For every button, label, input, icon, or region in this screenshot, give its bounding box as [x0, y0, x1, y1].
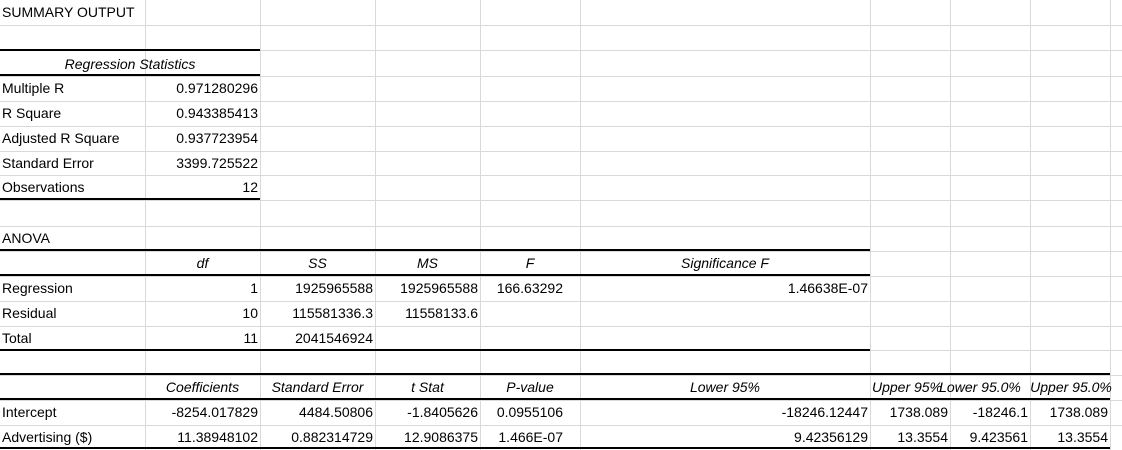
stat-value-multiple-r[interactable]: 0.971280296	[145, 76, 260, 101]
anova-header-ss[interactable]: SS	[260, 251, 375, 276]
anova-row-regression-ms[interactable]: 1925965588	[375, 276, 480, 301]
stat-label-observations[interactable]: Observations	[0, 175, 145, 200]
coef-header-p-value[interactable]: P-value	[480, 375, 580, 400]
anova-row-total-label[interactable]: Total	[0, 326, 145, 351]
anova-row-regression-significance-f[interactable]: 1.46638E-07	[580, 276, 870, 301]
coef-row-intercept-p-value[interactable]: 0.0955106	[480, 400, 565, 425]
stat-label-standard-error[interactable]: Standard Error	[0, 151, 145, 176]
spreadsheet: SUMMARY OUTPUT Regression Statistics Mul…	[0, 0, 1122, 450]
gridline-horizontal	[0, 226, 1122, 227]
anova-row-total-ss[interactable]: 2041546924	[260, 326, 375, 351]
anova-row-total-df[interactable]: 11	[145, 326, 260, 351]
coef-header-t-stat[interactable]: t Stat	[375, 375, 480, 400]
coef-row-advertising-t-stat[interactable]: 12.9086375	[375, 425, 480, 450]
stat-value-adjusted-r-square[interactable]: 0.937723954	[145, 126, 260, 151]
summary-title[interactable]: SUMMARY OUTPUT	[0, 0, 145, 25]
table-border-line	[0, 49, 260, 51]
anova-row-residual-ms[interactable]: 11558133.6	[375, 301, 480, 326]
gridline-horizontal	[0, 25, 1122, 26]
coef-row-intercept-upper-95[interactable]: 1738.089	[870, 400, 950, 425]
stat-label-r-square[interactable]: R Square	[0, 101, 145, 126]
coef-row-advertising-upper-95-0[interactable]: 13.3554	[1030, 425, 1110, 450]
coef-header-lower-95[interactable]: Lower 95%	[580, 375, 870, 400]
stat-label-adjusted-r-square[interactable]: Adjusted R Square	[0, 126, 145, 151]
anova-row-residual-df[interactable]: 10	[145, 301, 260, 326]
stat-label-multiple-r[interactable]: Multiple R	[0, 76, 145, 101]
coef-header-standard-error[interactable]: Standard Error	[260, 375, 375, 400]
anova-row-regression-ss[interactable]: 1925965588	[260, 276, 375, 301]
coef-row-intercept-coefficient[interactable]: -8254.017829	[145, 400, 260, 425]
anova-title[interactable]: ANOVA	[0, 226, 145, 251]
coef-row-intercept-label[interactable]: Intercept	[0, 400, 145, 425]
coef-row-advertising-lower-95[interactable]: 9.42356129	[580, 425, 870, 450]
coef-row-advertising-standard-error[interactable]: 0.882314729	[260, 425, 375, 450]
coef-row-intercept-t-stat[interactable]: -1.8405626	[375, 400, 480, 425]
anova-row-residual-ss[interactable]: 115581336.3	[260, 301, 375, 326]
regression-statistics-header[interactable]: Regression Statistics	[0, 52, 260, 77]
coef-row-intercept-standard-error[interactable]: 4484.50806	[260, 400, 375, 425]
anova-header-significance-f[interactable]: Significance F	[580, 251, 870, 276]
coef-row-advertising-upper-95[interactable]: 13.3554	[870, 425, 950, 450]
coef-row-advertising-coefficient[interactable]: 11.38948102	[145, 425, 260, 450]
anova-header-f[interactable]: F	[480, 251, 580, 276]
coef-header-upper-95-0[interactable]: Upper 95.0%	[1022, 375, 1120, 400]
anova-header-df[interactable]: df	[145, 251, 260, 276]
coef-row-advertising-lower-95-0[interactable]: 9.423561	[950, 425, 1030, 450]
anova-header-ms[interactable]: MS	[375, 251, 480, 276]
coef-row-intercept-lower-95-0[interactable]: -18246.1	[950, 400, 1030, 425]
coef-row-advertising-p-value[interactable]: 1.466E-07	[480, 425, 565, 450]
coef-row-intercept-upper-95-0[interactable]: 1738.089	[1030, 400, 1110, 425]
anova-row-regression-df[interactable]: 1	[145, 276, 260, 301]
anova-row-regression-label[interactable]: Regression	[0, 276, 145, 301]
anova-row-residual-label[interactable]: Residual	[0, 301, 145, 326]
coef-row-intercept-lower-95[interactable]: -18246.12447	[580, 400, 870, 425]
stat-value-observations[interactable]: 12	[145, 175, 260, 200]
stat-value-r-square[interactable]: 0.943385413	[145, 101, 260, 126]
gridline-horizontal	[0, 200, 1122, 201]
coef-row-advertising-label[interactable]: Advertising ($)	[0, 425, 145, 450]
coef-header-coefficients[interactable]: Coefficients	[145, 375, 260, 400]
stat-value-standard-error[interactable]: 3399.725522	[145, 151, 260, 176]
anova-row-regression-f[interactable]: 166.63292	[480, 276, 565, 301]
